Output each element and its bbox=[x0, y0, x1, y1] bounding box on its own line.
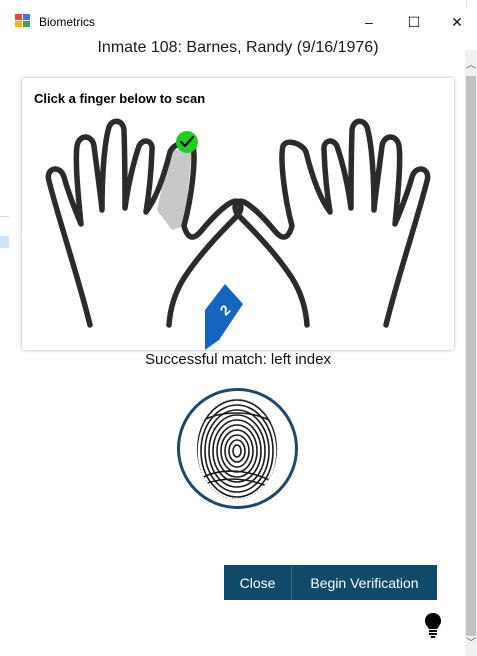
finger-number-marker[interactable]: 2 bbox=[205, 284, 243, 350]
hands-diagram: 2 bbox=[45, 118, 431, 350]
title-bar[interactable]: Biometrics – ☐ ✕ bbox=[9, 8, 477, 36]
match-status: Successful match: left index bbox=[145, 351, 331, 368]
left-hand-outline bbox=[45, 118, 244, 328]
biometrics-window: Biometrics – ☐ ✕ Inmate 108: Barnes, Ran… bbox=[9, 8, 477, 656]
begin-verification-button[interactable]: Begin Verification bbox=[292, 565, 437, 600]
scroll-thumb[interactable] bbox=[466, 76, 476, 636]
scroll-down-icon[interactable]: ﹀ bbox=[465, 634, 477, 649]
fingerprint-icon bbox=[196, 398, 278, 500]
fingerprint-image bbox=[177, 388, 298, 509]
background-divider bbox=[0, 216, 9, 217]
minimize-icon: – bbox=[365, 14, 373, 30]
maximize-button[interactable]: ☐ bbox=[394, 8, 434, 36]
maximize-icon: ☐ bbox=[407, 13, 421, 30]
right-hand-outline bbox=[232, 118, 431, 328]
scroll-up-icon[interactable]: ︿ bbox=[465, 56, 477, 71]
finger-scan-panel: Click a finger below to scan 2 bbox=[22, 78, 454, 350]
close-window-button[interactable]: ✕ bbox=[437, 8, 477, 36]
minimize-button[interactable]: – bbox=[349, 8, 389, 36]
window-title: Biometrics bbox=[39, 15, 96, 29]
app-icon bbox=[15, 14, 30, 27]
inmate-header: Inmate 108: Barnes, Randy (9/16/1976) bbox=[97, 39, 379, 56]
lightbulb-icon[interactable] bbox=[424, 612, 442, 638]
background-window-edge bbox=[466, 0, 477, 8]
background-selection bbox=[0, 236, 9, 248]
close-button[interactable]: Close bbox=[224, 565, 292, 600]
action-buttons: Close Begin Verification bbox=[224, 565, 437, 600]
close-icon: ✕ bbox=[451, 13, 463, 30]
check-icon bbox=[176, 131, 198, 153]
